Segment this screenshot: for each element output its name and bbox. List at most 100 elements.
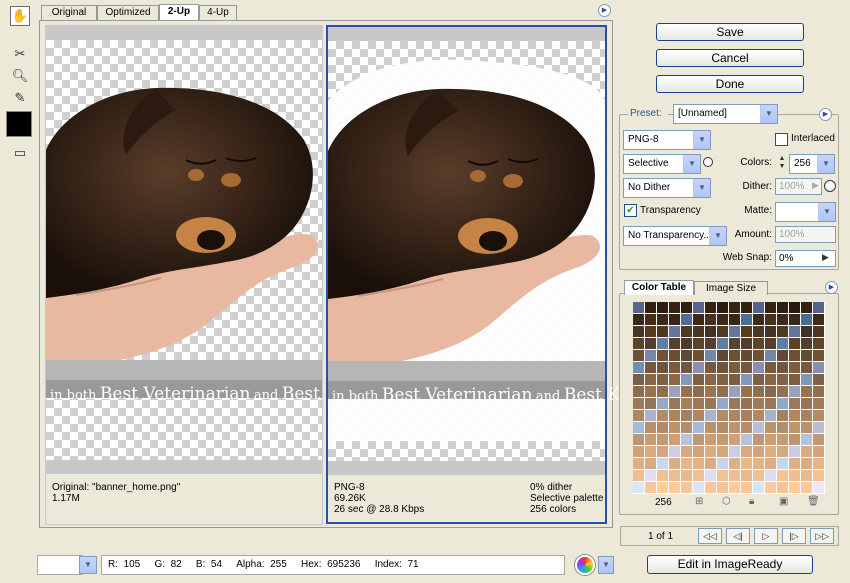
color-swatch[interactable]: [717, 326, 729, 338]
color-swatch[interactable]: [813, 446, 825, 458]
color-swatch[interactable]: [813, 470, 825, 482]
color-swatch[interactable]: [741, 302, 753, 314]
color-swatch[interactable]: [753, 482, 765, 494]
color-swatch[interactable]: [633, 470, 645, 482]
color-swatch[interactable]: [705, 338, 717, 350]
interlaced-checkbox[interactable]: [775, 133, 788, 146]
color-swatch[interactable]: [765, 362, 777, 374]
color-swatch[interactable]: [645, 446, 657, 458]
color-swatch[interactable]: [705, 410, 717, 422]
color-swatch[interactable]: [765, 458, 777, 470]
optimize-menu-icon[interactable]: ▶: [819, 108, 832, 121]
color-swatch[interactable]: [633, 314, 645, 326]
color-swatch[interactable]: [765, 326, 777, 338]
color-swatch[interactable]: [813, 374, 825, 386]
color-swatch[interactable]: [801, 362, 813, 374]
color-swatch[interactable]: [657, 350, 669, 362]
color-swatch[interactable]: [729, 338, 741, 350]
color-swatch[interactable]: [669, 302, 681, 314]
color-swatch[interactable]: [813, 458, 825, 470]
color-swatch[interactable]: [669, 470, 681, 482]
browser-dropdown-icon[interactable]: ▼: [598, 556, 614, 574]
color-swatch[interactable]: [645, 338, 657, 350]
color-swatch[interactable]: [693, 374, 705, 386]
color-table-menu-icon[interactable]: ▶: [825, 281, 838, 294]
color-swatch[interactable]: [765, 350, 777, 362]
color-swatch[interactable]: [813, 362, 825, 374]
tab-optimized[interactable]: Optimized: [97, 5, 159, 20]
tab-color-table[interactable]: Color Table: [624, 280, 694, 295]
color-swatch[interactable]: [813, 350, 825, 362]
color-swatch[interactable]: [789, 386, 801, 398]
zoom-field[interactable]: [37, 555, 83, 575]
preset-dropdown[interactable]: [Unnamed] ▼: [673, 104, 778, 124]
color-swatch[interactable]: [717, 410, 729, 422]
slice-select-tool-icon[interactable]: ✂: [10, 44, 30, 64]
color-swatch[interactable]: [741, 326, 753, 338]
color-swatch[interactable]: [717, 314, 729, 326]
color-swatch[interactable]: [681, 410, 693, 422]
color-swatch[interactable]: [681, 362, 693, 374]
color-swatch[interactable]: [717, 470, 729, 482]
new-color-icon[interactable]: ▣: [779, 496, 788, 507]
color-swatch[interactable]: [789, 422, 801, 434]
web-shift-icon[interactable]: ⊞: [695, 496, 703, 507]
color-swatch[interactable]: [633, 482, 645, 494]
color-swatch[interactable]: [645, 458, 657, 470]
color-swatch[interactable]: [741, 410, 753, 422]
color-swatch[interactable]: [633, 326, 645, 338]
optimized-pane[interactable]: in both Best Veterinarian and Best K PNG…: [326, 25, 620, 524]
color-swatch[interactable]: [657, 314, 669, 326]
color-table-swatches[interactable]: [633, 302, 825, 494]
hand-tool-icon[interactable]: ✋: [10, 6, 30, 26]
color-swatch[interactable]: [801, 314, 813, 326]
color-swatch[interactable]: [717, 338, 729, 350]
color-swatch[interactable]: [693, 386, 705, 398]
color-swatch[interactable]: [705, 386, 717, 398]
color-swatch[interactable]: [705, 350, 717, 362]
trash-icon[interactable]: 🗑︎: [807, 496, 820, 507]
color-swatch[interactable]: [645, 398, 657, 410]
color-swatch[interactable]: [777, 326, 789, 338]
color-swatch[interactable]: [765, 302, 777, 314]
color-swatch[interactable]: [669, 410, 681, 422]
color-swatch[interactable]: [645, 374, 657, 386]
color-swatch[interactable]: [777, 362, 789, 374]
color-swatch[interactable]: [681, 482, 693, 494]
color-swatch[interactable]: [789, 302, 801, 314]
color-swatch[interactable]: [813, 410, 825, 422]
color-swatch[interactable]: [681, 446, 693, 458]
color-swatch[interactable]: [717, 362, 729, 374]
color-swatch[interactable]: [741, 362, 753, 374]
color-swatch[interactable]: [633, 422, 645, 434]
color-swatch[interactable]: [681, 470, 693, 482]
color-swatch[interactable]: [633, 458, 645, 470]
file-format-dropdown[interactable]: PNG-8 ▼: [623, 130, 711, 150]
transparency-checkbox[interactable]: ✔: [624, 204, 637, 217]
prev-frame-button[interactable]: ◁|: [726, 528, 750, 544]
color-swatch[interactable]: [657, 446, 669, 458]
color-swatch[interactable]: [765, 470, 777, 482]
color-swatch[interactable]: [741, 386, 753, 398]
color-swatch[interactable]: [705, 326, 717, 338]
color-swatch[interactable]: [789, 398, 801, 410]
tab-original[interactable]: Original: [41, 5, 97, 20]
color-swatch[interactable]: [765, 410, 777, 422]
color-swatch[interactable]: [777, 434, 789, 446]
color-swatch[interactable]: [717, 398, 729, 410]
color-reduction-dropdown[interactable]: Selective ▼: [623, 154, 701, 174]
color-swatch[interactable]: [753, 470, 765, 482]
color-swatch[interactable]: [657, 470, 669, 482]
color-swatch[interactable]: [741, 422, 753, 434]
color-swatch[interactable]: [765, 422, 777, 434]
color-swatch[interactable]: [789, 458, 801, 470]
dither-algorithm-dropdown[interactable]: No Dither ▼: [623, 178, 711, 198]
color-swatch[interactable]: [801, 434, 813, 446]
color-swatch[interactable]: [645, 326, 657, 338]
color-swatch[interactable]: [753, 446, 765, 458]
color-swatch[interactable]: [789, 410, 801, 422]
color-swatch[interactable]: [753, 386, 765, 398]
color-swatch[interactable]: [681, 350, 693, 362]
color-swatch[interactable]: [729, 398, 741, 410]
color-swatch[interactable]: [693, 470, 705, 482]
